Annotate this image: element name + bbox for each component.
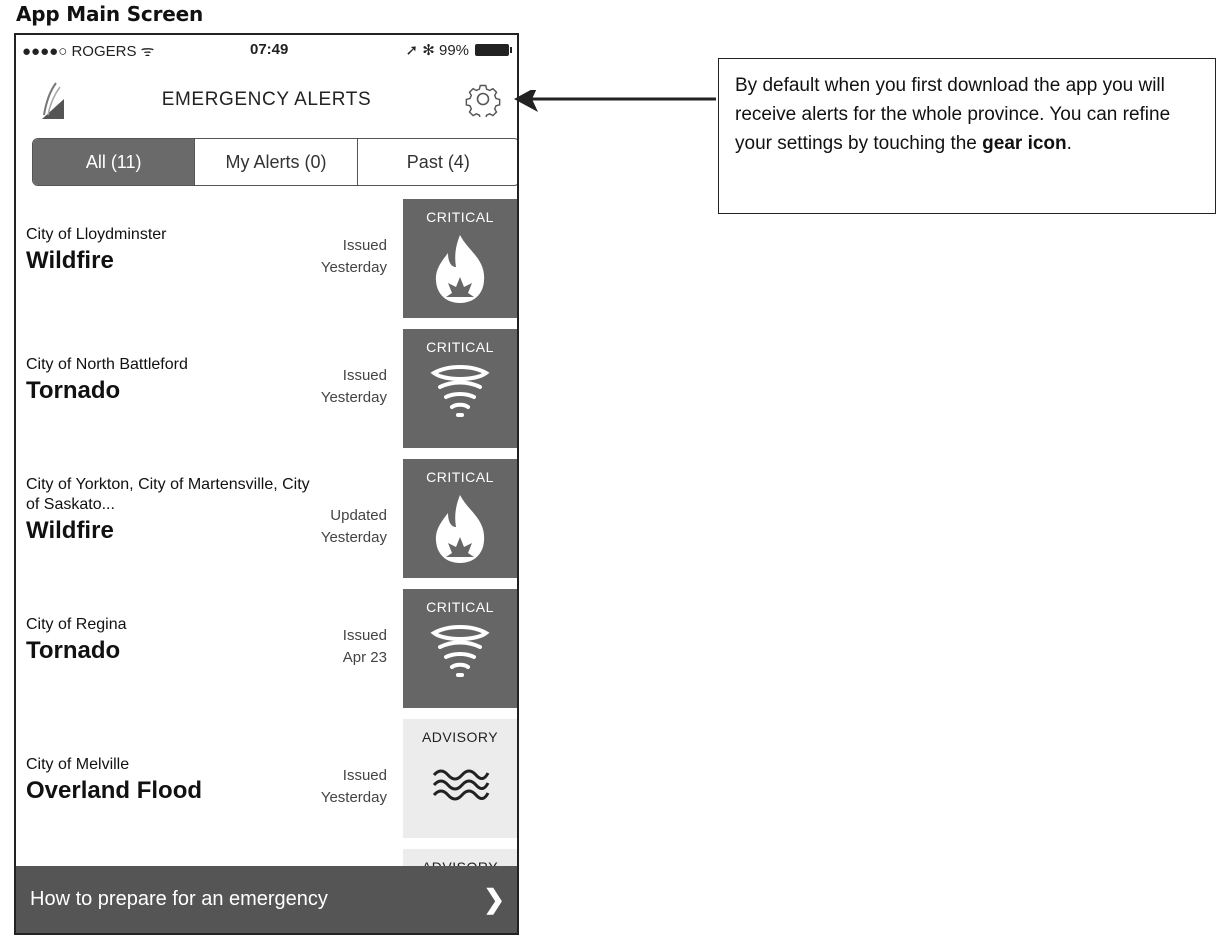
severity-label: ADVISORY [421,729,499,745]
alert-status: Updated [330,507,387,524]
app-title: EMERGENCY ALERTS [161,89,372,110]
status-time: 07:49 [250,41,289,58]
callout-bold-text: gear icon [982,133,1067,154]
carrier-signal: ●●●●○ ROGERS ᯤ [22,43,155,60]
severity-label: CRITICAL [426,599,494,615]
callout-box: By default when you first download the a… [718,58,1216,214]
alert-timing: Issued Yesterday [321,765,387,809]
document-title: App Main Screen [16,2,204,26]
severity-badge: ADVISORY [403,719,517,838]
alert-type: Tornado [26,637,121,664]
status-bar: ●●●●○ ROGERS ᯤ 07:49 ➚ ✻ 99% [16,35,517,67]
fire-icon [435,235,485,303]
chevron-right-icon: ❯ [483,884,505,914]
alert-timing: Issued Yesterday [321,235,387,279]
callout-arrow [514,90,716,112]
alert-location: City of Regina [26,616,127,633]
alert-status: Issued [342,367,387,384]
tab-all[interactable]: All (11) [33,139,195,185]
alert-row[interactable]: City of Yorkton, City of Martensville, C… [16,459,517,579]
alert-status: Issued [342,767,387,784]
alert-row[interactable]: City of Lloydminster Wildfire Issued Yes… [16,199,517,319]
filter-tabs: All (11) My Alerts (0) Past (4) [32,138,517,186]
severity-label: CRITICAL [426,339,494,355]
alert-timing: Updated Yesterday [321,505,387,549]
tornado-icon [430,625,490,677]
severity-badge: CRITICAL [403,589,517,708]
status-indicators: ➚ ✻ 99% [405,41,512,59]
alert-row[interactable]: City of Melville Overland Flood Issued Y… [16,719,517,839]
severity-badge: CRITICAL [403,459,517,578]
alert-date: Yesterday [320,259,387,276]
callout-text: By default when you first download the a… [735,75,1171,154]
severity-badge: CRITICAL [403,329,517,448]
alert-date: Yesterday [320,789,387,806]
callout-text-end: . [1066,133,1072,154]
alert-date: Yesterday [320,389,387,406]
alert-location: City of Yorkton, City of Martensville, C… [26,476,310,513]
tab-past[interactable]: Past (4) [356,139,517,185]
alert-timing: Issued Apr 23 [343,625,387,669]
tab-my-alerts[interactable]: My Alerts (0) [194,139,356,185]
prepare-emergency-label: How to prepare for an emergency [30,888,328,910]
severity-badge: CRITICAL [403,199,517,318]
alert-date: Yesterday [320,529,387,546]
fire-icon [435,495,485,563]
gear-icon[interactable] [465,81,501,117]
alert-text: City of Regina Tornado [26,615,396,665]
alert-row[interactable]: City of North Battleford Tornado Issued … [16,329,517,449]
alert-row[interactable]: City of Regina Tornado Issued Apr 23 CRI… [16,589,517,709]
phone-screen: ●●●●○ ROGERS ᯤ 07:49 ➚ ✻ 99% EMERGENCY A… [14,33,519,935]
alert-status: Issued [342,237,387,254]
status-right-text: ➚ ✻ 99% [405,42,470,59]
battery-icon [475,44,512,56]
flood-icon [432,769,490,801]
alert-status: Issued [342,627,387,644]
severity-label: CRITICAL [426,469,494,485]
prepare-emergency-link[interactable]: How to prepare for an emergency ❯ [16,866,517,933]
alert-timing: Issued Yesterday [321,365,387,409]
alert-date: Apr 23 [342,649,387,666]
severity-label: CRITICAL [426,209,494,225]
tornado-icon [430,365,490,417]
app-header: EMERGENCY ALERTS [16,67,517,129]
